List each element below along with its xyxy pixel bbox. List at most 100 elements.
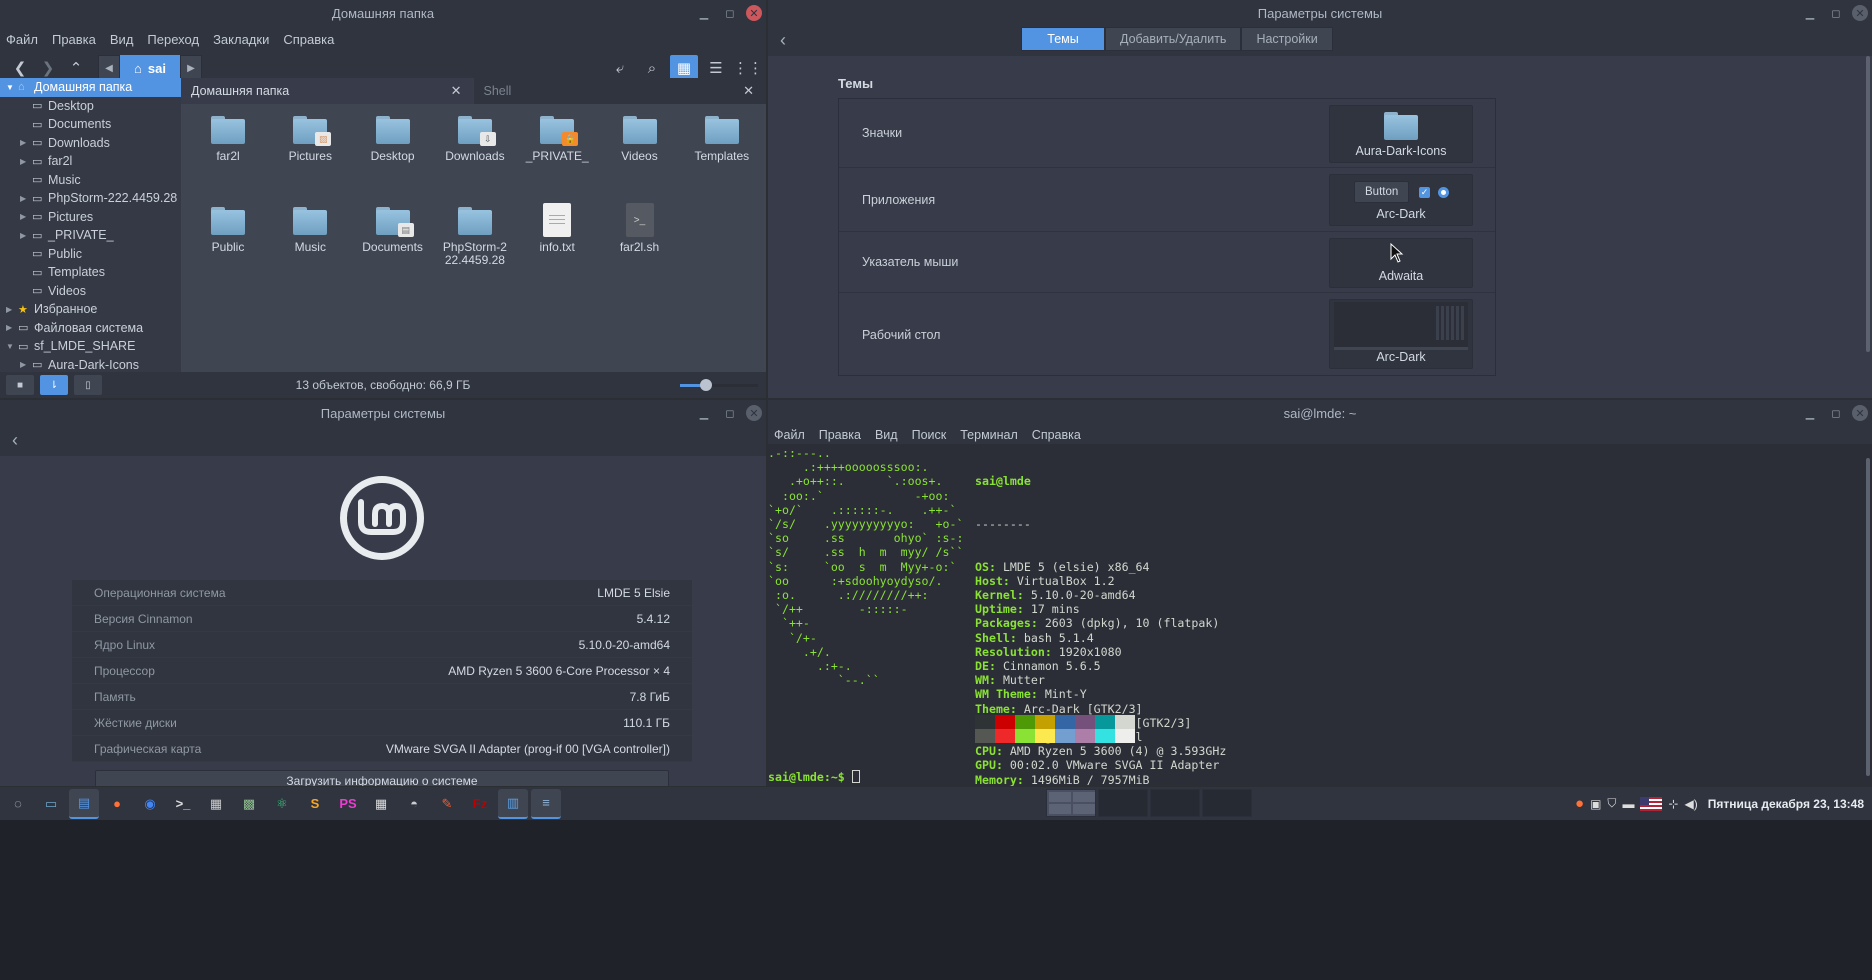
- file-item[interactable]: ▤ Documents: [352, 199, 434, 254]
- calculator-icon[interactable]: ▦: [366, 789, 396, 819]
- expand-right-icon[interactable]: ▶: [20, 157, 32, 166]
- phpstorm-icon[interactable]: PS: [333, 789, 363, 819]
- file-item[interactable]: ▨ Pictures: [269, 108, 351, 163]
- workspace-3[interactable]: [1150, 789, 1200, 817]
- menu-bookmarks[interactable]: Закладки: [213, 32, 269, 47]
- sidebar-item[interactable]: ▼ ⌂ Домашняя папка: [0, 78, 181, 97]
- prompt-line[interactable]: sai@lmde:~$: [768, 769, 860, 784]
- tab-home[interactable]: Домашняя папка ✕: [181, 78, 474, 104]
- menu-edit[interactable]: Правка: [819, 428, 861, 442]
- tab-close-icon[interactable]: ✕: [451, 83, 462, 99]
- apps-theme-picker[interactable]: Button ✓ Arc-Dark: [1329, 174, 1473, 226]
- desktop-theme-picker[interactable]: Arc-Dark: [1329, 299, 1473, 369]
- sidebar-item[interactable]: ▭ Templates: [0, 263, 181, 282]
- sysinfo-titlebar[interactable]: Параметры системы ▁ ◻ ✕: [0, 400, 766, 426]
- terminal-icon[interactable]: >_: [168, 789, 198, 819]
- menu-icon[interactable]: ◌: [3, 789, 33, 819]
- file-item[interactable]: Videos: [599, 108, 681, 163]
- minimize-icon[interactable]: ▁: [1800, 403, 1820, 423]
- cursor-theme-picker[interactable]: Adwaita: [1329, 238, 1473, 288]
- fm-titlebar[interactable]: Домашняя папка ▁ ◻ ✕: [0, 0, 766, 26]
- close-icon[interactable]: ✕: [1852, 405, 1868, 421]
- menu-file[interactable]: Файл: [6, 32, 38, 47]
- terminal-titlebar[interactable]: sai@lmde: ~ ▁ ◻ ✕: [768, 400, 1872, 426]
- menu-search[interactable]: Поиск: [912, 428, 947, 442]
- menu-terminal[interactable]: Терминал: [960, 428, 1018, 442]
- github-icon[interactable]: ◓: [399, 789, 429, 819]
- network-icon[interactable]: ⊹: [1668, 797, 1678, 811]
- minimize-icon[interactable]: ▁: [1800, 3, 1820, 23]
- menu-edit[interactable]: Правка: [52, 32, 96, 47]
- sidebar-item[interactable]: ▭ Videos: [0, 282, 181, 301]
- themes-scrollbar[interactable]: [1866, 56, 1870, 352]
- volume-icon[interactable]: ◀): [1685, 797, 1698, 811]
- menu-help[interactable]: Справка: [1032, 428, 1081, 442]
- expand-right-icon[interactable]: ▶: [20, 138, 32, 147]
- minimize-icon[interactable]: ▁: [694, 403, 714, 423]
- tab-add-remove[interactable]: Добавить/Удалить: [1105, 27, 1242, 51]
- expand-right-icon[interactable]: ▶: [20, 231, 32, 240]
- zoom-slider[interactable]: [680, 379, 758, 391]
- monitor-icon[interactable]: ▩: [234, 789, 264, 819]
- sidebar-item[interactable]: ▶ ▭ PhpStorm-222.4459.28: [0, 189, 181, 208]
- tab-shell[interactable]: Shell ✕: [474, 78, 767, 104]
- file-item[interactable]: info.txt: [516, 199, 598, 254]
- minimize-icon[interactable]: ▁: [694, 3, 714, 23]
- expand-right-icon[interactable]: ▶: [20, 212, 32, 221]
- file-item[interactable]: ⇩ Downloads: [434, 108, 516, 163]
- maximize-icon[interactable]: ◻: [720, 3, 740, 23]
- menu-go[interactable]: Переход: [147, 32, 199, 47]
- menu-file[interactable]: Файл: [774, 428, 805, 442]
- files-icon[interactable]: ▤: [69, 788, 99, 819]
- desktop-icon[interactable]: ▭: [36, 789, 66, 819]
- maximize-icon[interactable]: ◻: [720, 403, 740, 423]
- back-arrow-icon[interactable]: ‹: [780, 30, 786, 51]
- sidebar-item[interactable]: ▶ ▭ far2l: [0, 152, 181, 171]
- menu-view[interactable]: Вид: [110, 32, 134, 47]
- flag-us-icon[interactable]: [1640, 796, 1663, 811]
- expand-down-icon[interactable]: ▼: [6, 83, 18, 92]
- sidebar-item[interactable]: ▶ ▭ Pictures: [0, 208, 181, 227]
- maximize-icon[interactable]: ◻: [1826, 3, 1846, 23]
- menu-view[interactable]: Вид: [875, 428, 898, 442]
- file-item[interactable]: Templates: [681, 108, 763, 163]
- sidebar-item[interactable]: ▶ ▭ Aura-Dark-Icons: [0, 356, 181, 373]
- icons-theme-picker[interactable]: Aura-Dark-Icons: [1329, 105, 1473, 163]
- sidebar-item[interactable]: ▼ ▭ sf_LMDE_SHARE: [0, 337, 181, 356]
- menu-help[interactable]: Справка: [283, 32, 334, 47]
- expand-down-icon[interactable]: ▼: [6, 342, 18, 351]
- sidebar-item[interactable]: ▶ ▭ Файловая система: [0, 319, 181, 338]
- file-item[interactable]: Music: [269, 199, 351, 254]
- file-item[interactable]: far2l: [187, 108, 269, 163]
- firefox-icon[interactable]: ●: [102, 789, 132, 819]
- file-item[interactable]: >_ far2l.sh: [599, 199, 681, 254]
- close-icon[interactable]: ✕: [746, 405, 762, 421]
- atom-icon[interactable]: ⚛: [267, 789, 297, 819]
- file-item[interactable]: Desktop: [352, 108, 434, 163]
- close-icon[interactable]: ✕: [746, 5, 762, 21]
- close-icon[interactable]: ✕: [1852, 5, 1868, 21]
- sidebar-item[interactable]: ▶ ★ Избранное: [0, 300, 181, 319]
- themes-titlebar[interactable]: Параметры системы ▁ ◻ ✕: [768, 0, 1872, 26]
- workspace-1[interactable]: [1046, 789, 1096, 817]
- window-icon[interactable]: ▦: [201, 789, 231, 819]
- tab-settings[interactable]: Настройки: [1241, 27, 1333, 51]
- sidebar-item[interactable]: ▶ ▭ Downloads: [0, 134, 181, 153]
- clock[interactable]: Пятница декабря 23, 13:48: [1708, 797, 1864, 811]
- sublime-icon[interactable]: S: [300, 789, 330, 819]
- pen-icon[interactable]: ✎: [432, 789, 462, 819]
- zoom-slider-knob[interactable]: [699, 379, 712, 391]
- expand-right-icon[interactable]: ▶: [6, 305, 18, 314]
- terminal-output[interactable]: .-::---.. .:++++ooooosssoo:. .+o++::. `.…: [768, 444, 1862, 786]
- sidebar-item[interactable]: ▭ Music: [0, 171, 181, 190]
- shield-icon[interactable]: ⛉: [1607, 796, 1616, 811]
- chrome-icon[interactable]: ◉: [135, 789, 165, 819]
- battery-icon[interactable]: ▬: [1622, 797, 1634, 811]
- far-icon[interactable]: ▥: [498, 788, 528, 819]
- sidebar-item[interactable]: ▭ Public: [0, 245, 181, 264]
- firefox-tray-icon[interactable]: ●: [1575, 795, 1584, 812]
- back-arrow-icon[interactable]: ‹: [12, 430, 18, 451]
- maximize-icon[interactable]: ◻: [1826, 403, 1846, 423]
- settings-icon[interactable]: ≡: [531, 788, 561, 819]
- sidebar-item[interactable]: ▭ Desktop: [0, 97, 181, 116]
